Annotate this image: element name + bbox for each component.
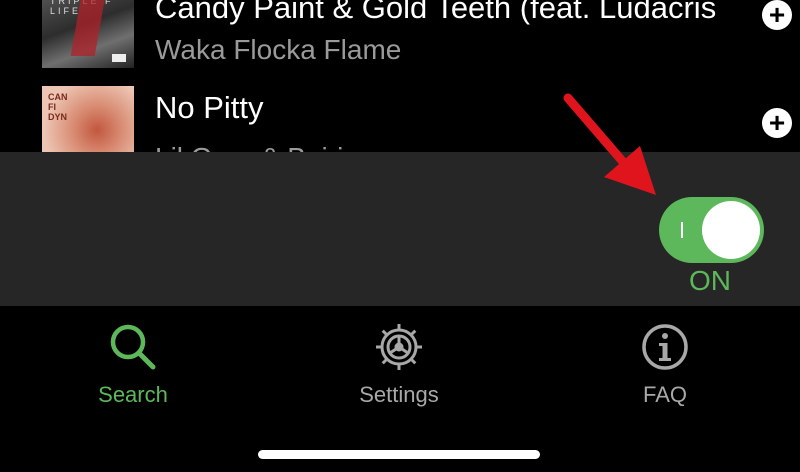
search-icon xyxy=(110,324,156,370)
info-icon xyxy=(642,324,688,370)
tab-faq[interactable]: FAQ xyxy=(595,322,735,412)
tab-bar: Search Settings FAQ xyxy=(0,306,800,472)
tab-settings[interactable]: Settings xyxy=(329,322,469,412)
gear-icon xyxy=(376,324,422,370)
tab-label: Settings xyxy=(359,382,439,407)
tab-label: Search xyxy=(98,382,168,407)
tab-label: FAQ xyxy=(642,382,687,407)
home-indicator[interactable] xyxy=(258,450,540,459)
tab-search[interactable]: Search xyxy=(63,322,203,412)
